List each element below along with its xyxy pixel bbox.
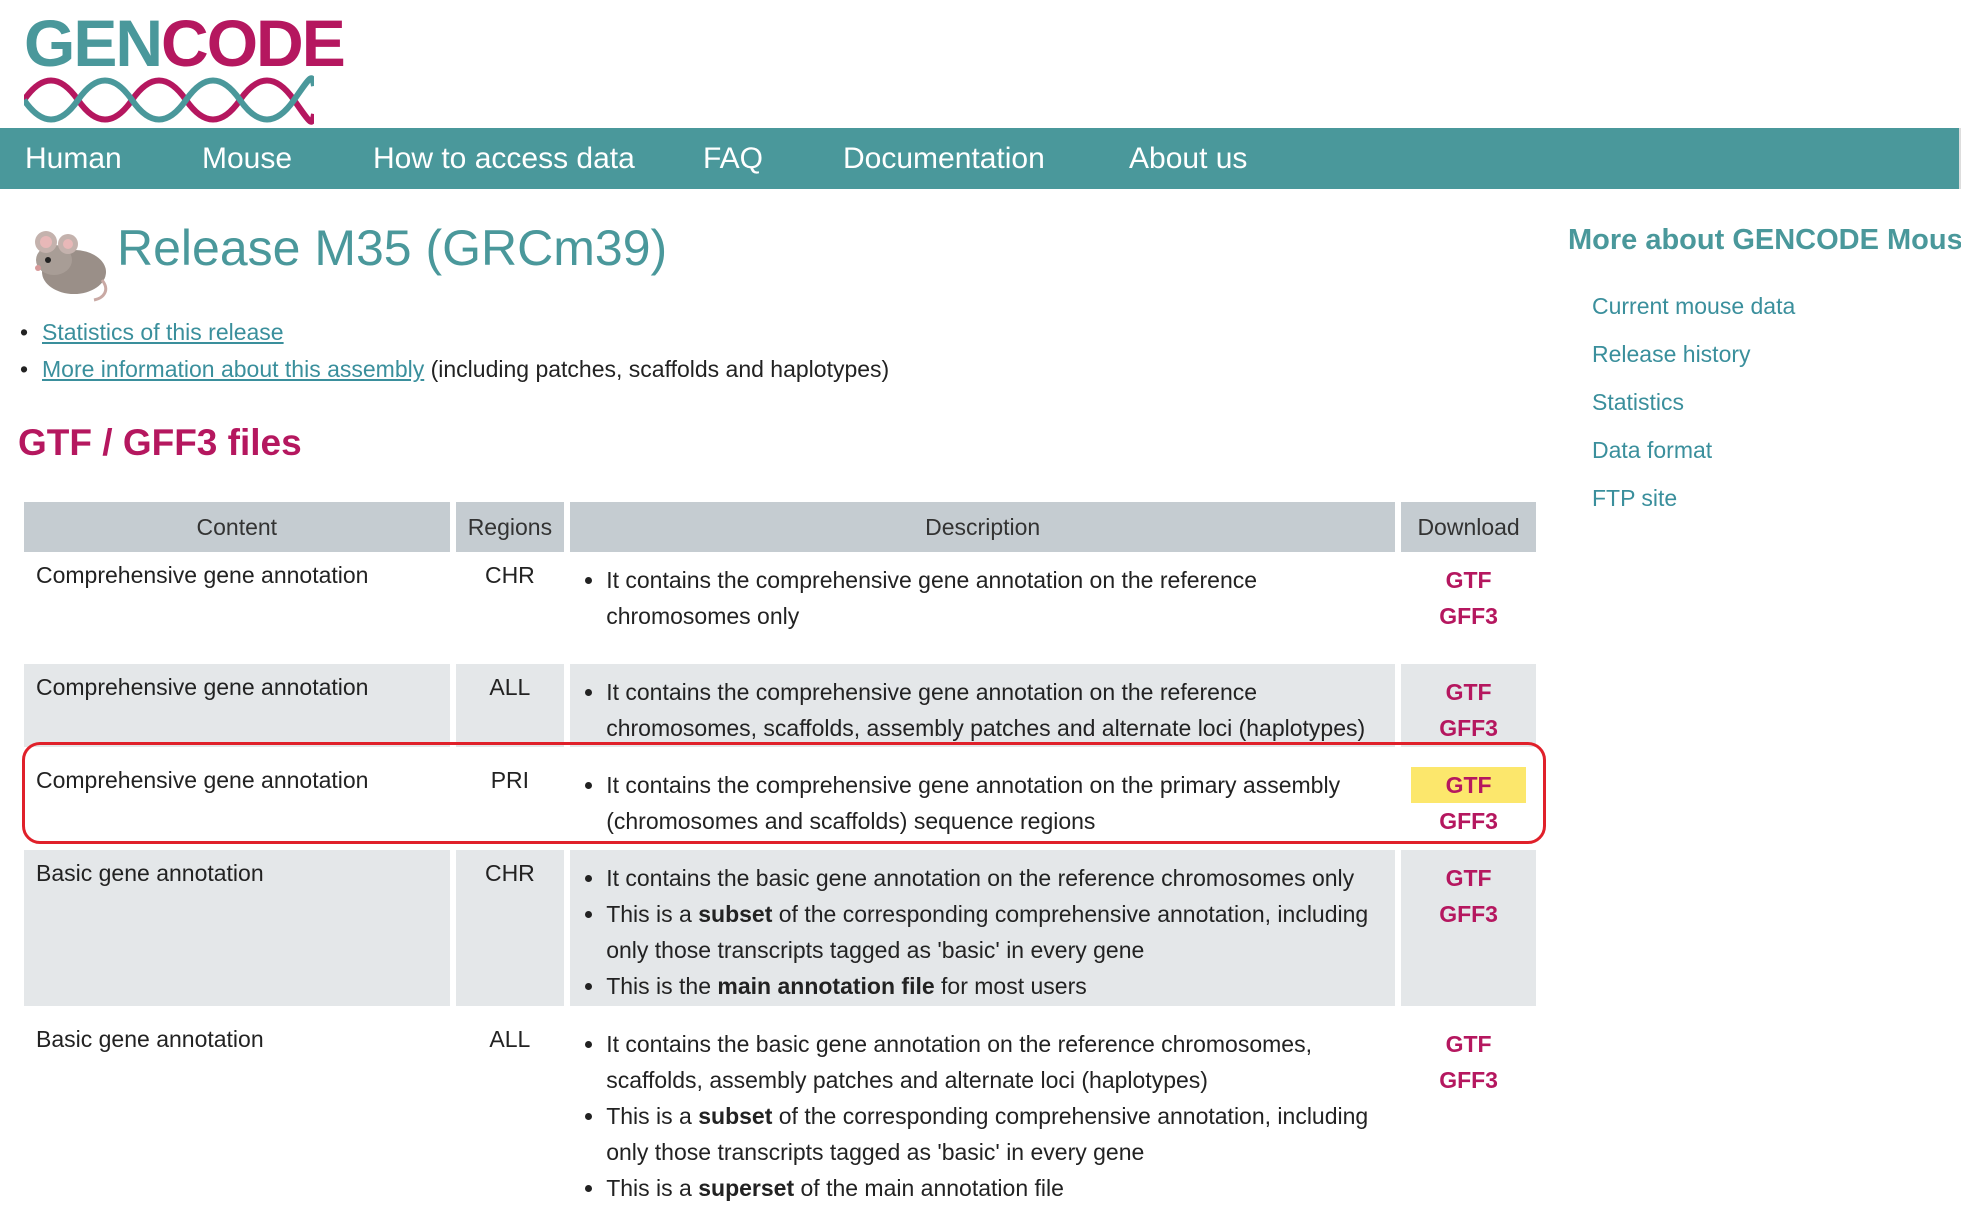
sidebar-links: Current mouse data Release history Stati…	[1592, 286, 1795, 526]
nav-how-to-access-data[interactable]: How to access data	[373, 128, 635, 189]
download-cell: GTF GFF3	[1401, 664, 1536, 747]
assembly-info-link[interactable]: More information about this assembly	[42, 356, 424, 382]
page-title: Release M35 (GRCm39)	[117, 220, 668, 276]
section-title: GTF / GFF3 files	[18, 422, 302, 463]
assembly-info-note: (including patches, scaffolds and haplot…	[424, 356, 890, 382]
header-regions: Regions	[455, 502, 565, 552]
download-cell: GTF GFF3	[1401, 552, 1536, 654]
gtf-download-link[interactable]: GTF	[1401, 674, 1536, 710]
gff3-download-link[interactable]: GFF3	[1401, 598, 1536, 634]
files-table: Content Regions Description Download Com…	[18, 502, 1542, 1208]
region-cell: PRI	[490, 767, 530, 793]
gff3-download-link[interactable]: GFF3	[1401, 803, 1536, 839]
sidebar-title: More about GENCODE Mouse	[1568, 224, 1961, 256]
list-item: Data format	[1592, 430, 1795, 478]
nav-mouse[interactable]: Mouse	[202, 128, 292, 189]
table-row: Comprehensive gene annotation ALL It con…	[24, 664, 1536, 747]
description-cell: It contains the comprehensive gene annot…	[570, 757, 1395, 840]
description-cell: It contains the comprehensive gene annot…	[570, 552, 1395, 654]
region-cell: CHR	[455, 850, 565, 1006]
download-cell: GTF GFF3	[1401, 757, 1536, 840]
gtf-download-link[interactable]: GTF	[1411, 767, 1526, 803]
region-cell: CHR	[484, 562, 535, 588]
header-description: Description	[570, 502, 1396, 552]
gencode-wordmark: GENCODE	[24, 6, 346, 80]
description-cell: It contains the basic gene annotation on…	[570, 1016, 1395, 1208]
list-item: Statistics of this release	[20, 314, 889, 351]
download-cell: GTF GFF3	[1401, 1016, 1536, 1208]
gencode-logo[interactable]: GENCODE	[24, 10, 346, 125]
gff3-download-link[interactable]: GFF3	[1401, 710, 1536, 746]
table-row: Basic gene annotation ALL It contains th…	[24, 1016, 1536, 1208]
description-cell: It contains the comprehensive gene annot…	[570, 664, 1396, 747]
gtf-download-link[interactable]: GTF	[1401, 1026, 1536, 1062]
content-cell: Comprehensive gene annotation	[36, 562, 369, 588]
content-cell: Basic gene annotation	[36, 1026, 264, 1052]
sidebar-link-current-mouse-data[interactable]: Current mouse data	[1592, 293, 1795, 319]
content-cell: Basic gene annotation	[24, 850, 450, 1006]
region-cell: ALL	[455, 664, 565, 747]
gtf-download-link[interactable]: GTF	[1401, 562, 1536, 598]
table-row: Comprehensive gene annotation PRI It con…	[24, 757, 1536, 840]
gtf-download-link[interactable]: GTF	[1401, 860, 1536, 896]
download-cell: GTF GFF3	[1401, 850, 1536, 1006]
nav-faq[interactable]: FAQ	[703, 128, 763, 189]
table-row: Comprehensive gene annotation CHR It con…	[24, 552, 1536, 654]
gff3-download-link[interactable]: GFF3	[1401, 1062, 1536, 1098]
header-download: Download	[1401, 502, 1536, 552]
sidebar-link-release-history[interactable]: Release history	[1592, 341, 1751, 367]
list-item: Current mouse data	[1592, 286, 1795, 334]
sidebar-link-data-format[interactable]: Data format	[1592, 437, 1712, 463]
list-item: Release history	[1592, 334, 1795, 382]
list-item: FTP site	[1592, 478, 1795, 526]
region-cell: ALL	[489, 1026, 531, 1052]
main-nav: Human Mouse How to access data FAQ Docum…	[0, 128, 1961, 189]
table-row: Basic gene annotation CHR It contains th…	[24, 850, 1536, 1006]
statistics-link[interactable]: Statistics of this release	[42, 319, 284, 345]
list-item: Statistics	[1592, 382, 1795, 430]
list-item: More information about this assembly (in…	[20, 351, 889, 388]
description-cell: It contains the basic gene annotation on…	[570, 850, 1396, 1006]
release-links: Statistics of this release More informat…	[20, 314, 889, 388]
nav-documentation[interactable]: Documentation	[843, 128, 1045, 189]
nav-about-us[interactable]: About us	[1129, 128, 1247, 189]
content-cell: Comprehensive gene annotation	[24, 664, 450, 747]
sidebar-link-statistics[interactable]: Statistics	[1592, 389, 1684, 415]
mouse-icon	[35, 231, 108, 302]
dna-helix-icon	[24, 75, 314, 125]
content-cell: Comprehensive gene annotation	[36, 767, 369, 793]
gff3-download-link[interactable]: GFF3	[1401, 896, 1536, 932]
header-content: Content	[24, 502, 450, 552]
sidebar-link-ftp-site[interactable]: FTP site	[1592, 485, 1677, 511]
nav-human[interactable]: Human	[25, 128, 122, 189]
